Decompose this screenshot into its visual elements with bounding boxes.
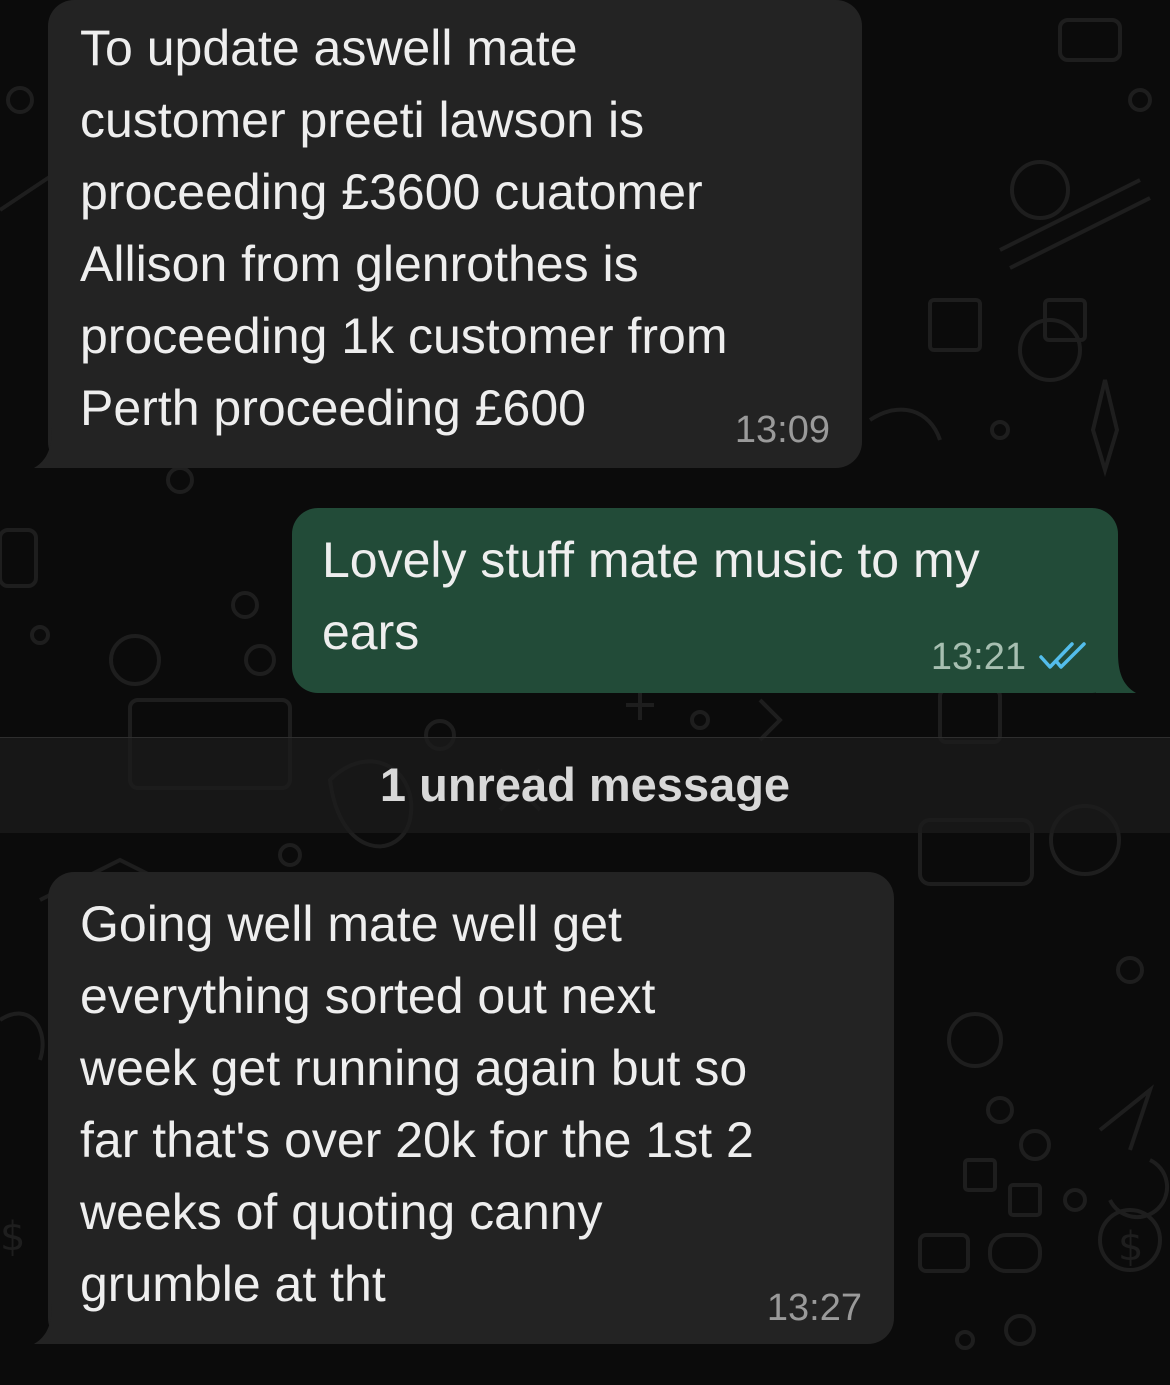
bubble-tail-outgoing bbox=[1096, 653, 1136, 693]
unread-label: 1 unread message bbox=[379, 758, 791, 811]
divider-line bbox=[0, 737, 1170, 738]
message-timestamp: 13:09 bbox=[734, 409, 830, 451]
unread-divider: 1 unread message bbox=[0, 737, 1170, 833]
message-bubble-incoming[interactable]: To update aswell mate customer preeti la… bbox=[48, 0, 862, 468]
bubble-tail-incoming bbox=[34, 428, 74, 468]
message-text: Going well mate well get everything sort… bbox=[80, 896, 754, 1312]
message-timestamp: 13:21 bbox=[930, 636, 1026, 678]
message-bubble-outgoing[interactable]: Lovely stuff mate music to my ears 13:21 bbox=[292, 508, 1118, 693]
double-check-read-icon bbox=[1039, 642, 1086, 669]
message-text: To update aswell mate customer preeti la… bbox=[80, 20, 728, 436]
message-bubble-incoming[interactable]: Going well mate well get everything sort… bbox=[48, 872, 894, 1344]
svg-text:$: $ bbox=[0, 1214, 25, 1260]
message-timestamp: 13:27 bbox=[766, 1287, 862, 1329]
svg-text:$: $ bbox=[1118, 1224, 1143, 1270]
bubble-tail-incoming bbox=[34, 1304, 74, 1344]
